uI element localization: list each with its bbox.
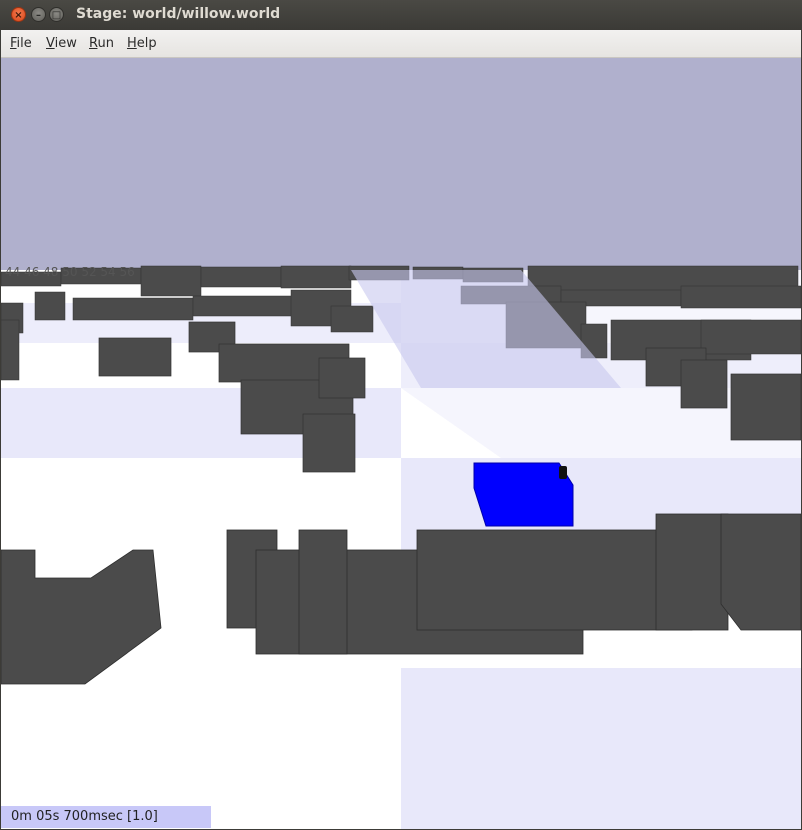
menu-view-mnemonic: V — [46, 36, 55, 51]
menu-run[interactable]: Run — [89, 36, 114, 51]
world-3d-viewport[interactable]: 44 46 48 50 52 54 56 — [1, 58, 801, 829]
menu-bar: File View Run Help — [1, 30, 801, 58]
menu-view-label: iew — [54, 36, 77, 51]
title-bar[interactable]: × – □ Stage: world/willow.world — [0, 0, 802, 30]
menu-view[interactable]: View — [46, 36, 77, 51]
menu-help-label: elp — [136, 36, 157, 51]
menu-file[interactable]: File — [10, 36, 32, 51]
sim-clock: 0m 05s 700msec [1.0] — [1, 806, 211, 828]
far-range-label: 44 46 48 50 52 54 56 — [5, 265, 135, 279]
close-button[interactable]: × — [11, 7, 26, 22]
menu-help-mnemonic: H — [127, 36, 137, 51]
menu-file-label: ile — [16, 36, 32, 51]
world-scene: 44 46 48 50 52 54 56 — [1, 265, 801, 829]
stage-window: × – □ Stage: world/willow.world File Vie… — [0, 0, 802, 830]
robot[interactable] — [473, 462, 574, 527]
robot-sensor — [559, 466, 567, 479]
menu-help[interactable]: Help — [127, 36, 157, 51]
window-title: Stage: world/willow.world — [76, 6, 281, 22]
minimize-button[interactable]: – — [31, 7, 46, 22]
menu-run-label: un — [97, 36, 114, 51]
maximize-button[interactable]: □ — [49, 7, 64, 22]
